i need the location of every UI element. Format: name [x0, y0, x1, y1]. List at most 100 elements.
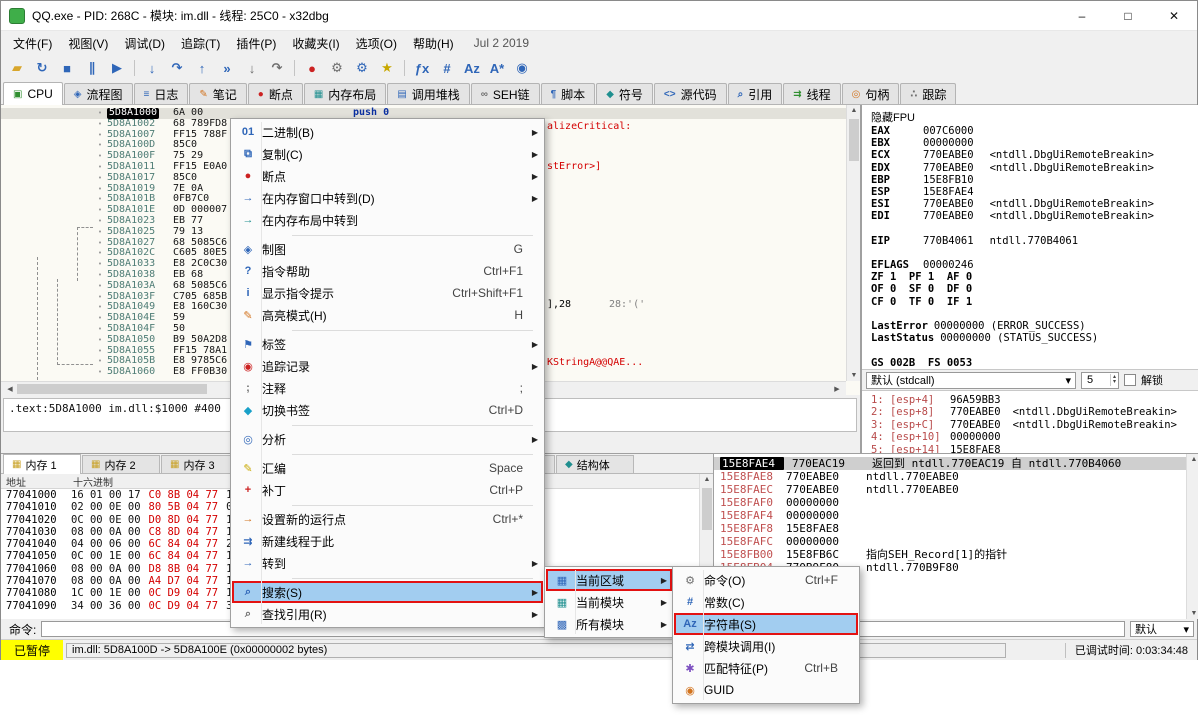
stack-row[interactable]: 15E8FB00 15E8FB6C 指向SEH_Record[1]的指针	[714, 548, 1198, 561]
menu-view[interactable]: 视图(V)	[60, 31, 116, 56]
menu-item-help-on-mnemonic[interactable]: ? 指令帮助 Ctrl+F1	[232, 260, 543, 282]
registers-pane[interactable]: 隐藏FPU EAX 007C6000 EBX 00000000	[861, 105, 1198, 453]
minimize-button[interactable]: –	[1059, 1, 1105, 30]
hide-fpu-button[interactable]: 隐藏FPU	[862, 105, 1198, 125]
tab-cpu[interactable]: ▣ CPU	[3, 82, 63, 105]
register-row[interactable]	[871, 308, 1198, 320]
stack-row[interactable]: 15E8FAE8 770EABE0 ntdll.770EABE0	[714, 470, 1198, 483]
menu-help[interactable]: 帮助(H)	[405, 31, 462, 56]
menu-item-pattern[interactable]: ✱ 匹配特征(P) Ctrl+B	[674, 657, 858, 679]
menu-item-constant[interactable]: # 常数(C)	[674, 591, 858, 613]
menu-item-graph[interactable]: ◈ 制图 G	[232, 238, 543, 260]
menu-debug[interactable]: 调试(D)	[116, 31, 173, 56]
scrollbar-thumb[interactable]	[702, 488, 712, 530]
menu-item-patches[interactable]: + 补丁 Ctrl+P	[232, 479, 543, 501]
calculator-icon[interactable]: ƒx	[410, 57, 434, 79]
menu-item-assemble[interactable]: ✎ 汇编 Space	[232, 457, 543, 479]
breakpoint-dot[interactable]: •	[93, 324, 107, 335]
register-row[interactable]: ESP 15E8FAE4	[871, 186, 1198, 198]
stack-row[interactable]: 15E8FAF4 00000000	[714, 509, 1198, 522]
spinner-arrows-icon[interactable]: ▴ ▾	[1110, 374, 1118, 386]
tab-notes[interactable]: ✎ 笔记	[189, 83, 246, 104]
stack-row[interactable]: 15E8FAEC 770EABE0 ntdll.770EABE0	[714, 483, 1198, 496]
breakpoint-dot[interactable]: •	[93, 162, 107, 173]
help-icon[interactable]: ◉	[510, 57, 534, 79]
breakpoint-dot[interactable]: •	[93, 151, 107, 162]
register-row[interactable]: EBX 00000000	[871, 137, 1198, 149]
breakpoint-dot[interactable]: •	[93, 335, 107, 346]
tab-symbols[interactable]: ◆ 符号	[596, 83, 653, 104]
run-icon[interactable]: ▶	[105, 57, 129, 79]
menu-item-copy[interactable]: ⧉ 复制(C) ▶	[232, 143, 543, 165]
tab-trace[interactable]: ∴ 跟踪	[900, 83, 956, 104]
patch-icon[interactable]: #	[435, 57, 459, 79]
toolbar-separator[interactable]	[130, 59, 139, 77]
menu-item-current-module[interactable]: ▦ 当前模块 ▶	[546, 591, 672, 613]
menu-item-highlighting-mode[interactable]: ✎ 高亮模式(H) H	[232, 304, 543, 326]
trace-into-icon[interactable]: ↓	[240, 57, 264, 79]
stack-row[interactable]: 15E8FAFC 00000000	[714, 535, 1198, 548]
scrollbar-thumb[interactable]	[17, 384, 207, 394]
breakpoint-dot[interactable]: •	[93, 270, 107, 281]
menu-item-set-new-origin[interactable]: → 设置新的运行点 Ctrl+*	[232, 508, 543, 530]
menu-trace[interactable]: 追踪(T)	[173, 31, 228, 56]
breakpoint-dot[interactable]: •	[93, 292, 107, 303]
argument-row[interactable]: 2: [esp+8] 770EABE0 <ntdll.DbgUiRemoteBr…	[862, 406, 1198, 418]
command-mode-select[interactable]: 默认 ▾	[1130, 621, 1194, 637]
tab-seh[interactable]: ∞ SEH链	[471, 83, 540, 104]
register-row[interactable]: ESI 770EABE0 <ntdll.DbgUiRemoteBreakin>	[871, 198, 1198, 210]
calling-convention-select[interactable]: 默认 (stdcall) ▾	[866, 372, 1076, 389]
menu-item-binary[interactable]: 01 二进制(B) ▶	[232, 121, 543, 143]
unlock-checkbox[interactable]	[1124, 374, 1136, 386]
menu-item-string-references[interactable]: Az 字符串(S)	[674, 613, 858, 635]
stack-row[interactable]: 15E8FAF8 15E8FAE8	[714, 522, 1198, 535]
menu-options[interactable]: 选项(O)	[348, 31, 405, 56]
restart-icon[interactable]: ↻	[30, 57, 54, 79]
menu-favourites[interactable]: 收藏夹(I)	[284, 31, 347, 56]
breakpoint-dot[interactable]: •	[93, 281, 107, 292]
breakpoint-dot[interactable]: •	[93, 194, 107, 205]
close-button[interactable]: ✕	[1151, 1, 1197, 30]
stack-row[interactable]: 15E8FAE4 770EAC19 返回到 ntdll.770EAC19 自 n…	[714, 457, 1198, 470]
menu-item-breakpoint[interactable]: ● 断点 ▶	[232, 165, 543, 187]
register-row[interactable]: EDX 770EABE0 <ntdll.DbgUiRemoteBreakin>	[871, 162, 1198, 174]
register-row[interactable]: ZF 1 PF 1 AF 0	[871, 271, 1198, 283]
breakpoint-dot[interactable]: •	[93, 367, 107, 378]
menu-item-follow-in-memory-map[interactable]: → 在内存布局中转到	[232, 209, 543, 231]
breakpoint-dot[interactable]: •	[93, 248, 107, 259]
menu-item-search[interactable]: ⌕ 搜索(S) ▶	[232, 581, 543, 603]
tab-threads[interactable]: ⇉ 线程	[783, 83, 840, 104]
breakpoint-dot[interactable]: •	[93, 108, 107, 119]
disasm-vertical-scrollbar[interactable]: ▲ ▼	[846, 105, 860, 381]
argument-row[interactable]: 4: [esp+10] 00000000	[862, 431, 1198, 443]
breakpoint-dot[interactable]: •	[93, 238, 107, 249]
maximize-button[interactable]: □	[1105, 1, 1151, 30]
stop-icon[interactable]: ■	[55, 57, 79, 79]
tab-struct[interactable]: ◆ 结构体	[556, 455, 634, 473]
scroll-right-icon[interactable]: ▶	[830, 385, 844, 393]
tab-memory-map[interactable]: ▦ 内存布局	[304, 83, 386, 104]
register-row[interactable]: EIP 770B4061 ntdll.770B4061	[871, 235, 1198, 247]
menu-item-trace-record[interactable]: ◉ 追踪记录 ▶	[232, 355, 543, 377]
menu-item-follow-in-dump[interactable]: → 在内存窗口中转到(D) ▶	[232, 187, 543, 209]
stack-vertical-scrollbar[interactable]: ▲ ▼	[1186, 454, 1198, 619]
menu-item-current-region[interactable]: ▦ 当前区域 ▶	[546, 569, 672, 591]
tab-breakpoints[interactable]: ● 断点	[248, 83, 303, 104]
register-row[interactable]	[871, 247, 1198, 259]
trace-over-icon[interactable]: ↷	[265, 57, 289, 79]
breakpoint-dot[interactable]: •	[93, 346, 107, 357]
tab-memory-2[interactable]: ▦ 内存 2	[82, 455, 160, 473]
plugins-icon[interactable]: ⚙	[350, 57, 374, 79]
arg-count-spinner[interactable]: 5 ▴ ▾	[1081, 372, 1119, 389]
breakpoints-icon[interactable]: ●	[300, 57, 324, 79]
tab-log[interactable]: ≡ 日志	[134, 83, 189, 104]
skip-icon[interactable]: »	[215, 57, 239, 79]
register-row[interactable]: LastError 00000000 (ERROR_SUCCESS)	[871, 320, 1198, 332]
breakpoint-dot[interactable]: •	[93, 356, 107, 367]
settings-icon[interactable]: ⚙	[325, 57, 349, 79]
tab-graph[interactable]: ◈ 流程图	[64, 83, 133, 104]
menu-item-guid[interactable]: ◉ GUID	[674, 679, 858, 701]
tab-memory-1[interactable]: ▦ 内存 1	[3, 454, 81, 474]
menu-item-show-mnemonic-brief[interactable]: i 显示指令提示 Ctrl+Shift+F1	[232, 282, 543, 304]
register-row[interactable]: EBP 15E8FB10	[871, 174, 1198, 186]
